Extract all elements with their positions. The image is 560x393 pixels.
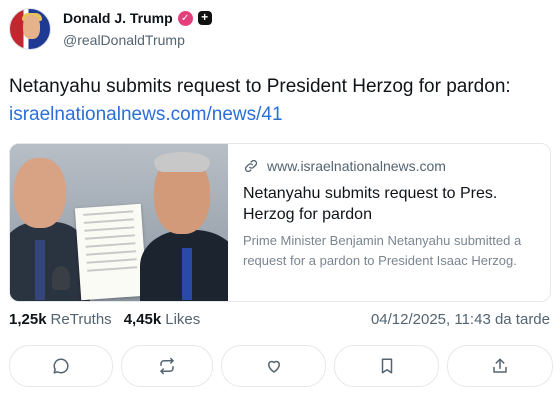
action-bar — [9, 345, 553, 387]
retruth-button[interactable] — [121, 345, 213, 387]
bookmark-button[interactable] — [334, 345, 439, 387]
share-button[interactable] — [447, 345, 553, 387]
post-link[interactable]: israelnationalnews.com/news/41 — [9, 104, 283, 126]
post-timestamp[interactable]: 04/12/2025, 11:43 da tarde — [371, 311, 550, 328]
post-stats: 1,25k ReTruths 4,45k Likes — [9, 311, 200, 328]
retruths-stat[interactable]: 1,25k ReTruths — [9, 311, 112, 328]
reply-button[interactable] — [9, 345, 113, 387]
reply-icon — [53, 358, 69, 374]
verified-badge-icon: ✓ — [177, 10, 193, 26]
link-preview-info: www.israelnationalnews.com Netanyahu sub… — [243, 158, 541, 271]
author-handle[interactable]: @realDonaldTrump — [63, 32, 185, 48]
avatar[interactable] — [9, 8, 51, 50]
link-preview-card[interactable]: www.israelnationalnews.com Netanyahu sub… — [9, 143, 551, 302]
post-text: Netanyahu submits request to President H… — [9, 76, 511, 97]
link-preview-title: Netanyahu submits request to Pres. Herzo… — [243, 185, 498, 223]
share-icon — [493, 358, 507, 373]
author-row: Donald J. Trump ✓ + — [63, 10, 212, 26]
post-container: Donald J. Trump ✓ + @realDonaldTrump Net… — [0, 0, 560, 393]
link-preview-domain: www.israelnationalnews.com — [267, 158, 446, 174]
like-button[interactable] — [221, 345, 326, 387]
plus-badge-icon: + — [197, 11, 212, 25]
author-display-name[interactable]: Donald J. Trump — [63, 10, 173, 26]
retruth-icon — [160, 357, 174, 375]
link-icon — [244, 159, 258, 173]
like-icon — [267, 360, 280, 373]
link-preview-image — [10, 144, 228, 301]
link-preview-description: Prime Minister Benjamin Netanyahu submit… — [243, 233, 522, 268]
likes-stat[interactable]: 4,45k Likes — [124, 311, 201, 328]
bookmark-icon — [381, 358, 392, 374]
